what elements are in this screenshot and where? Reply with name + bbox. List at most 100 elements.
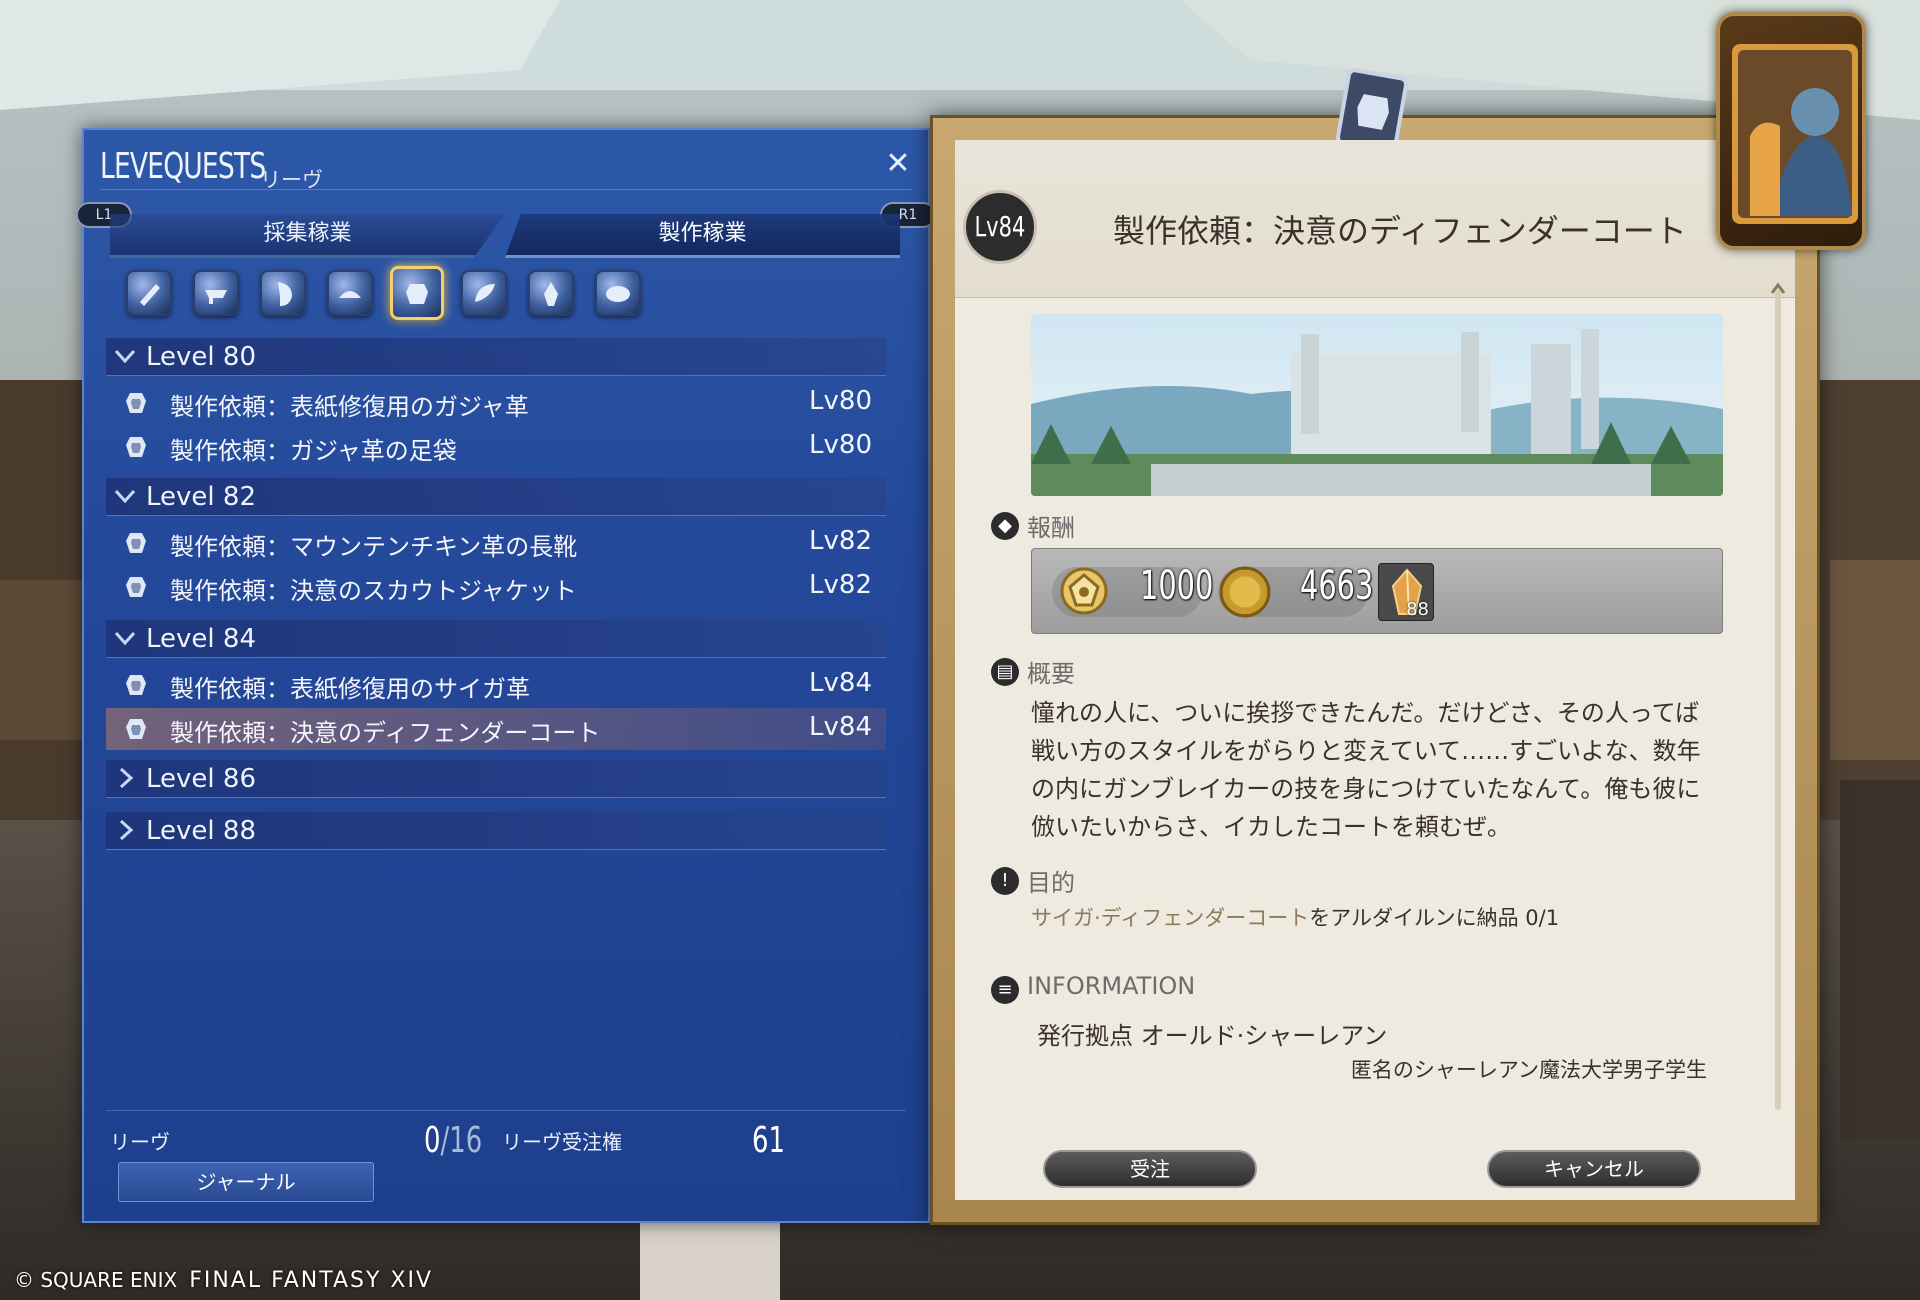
leve-title-bar: LEVEQUESTS リーヴ ✕ — [100, 142, 912, 192]
window-title: LEVEQUESTS — [100, 146, 266, 187]
detail-scrollbar[interactable] — [1775, 290, 1781, 1110]
detail-header: Lv84 製作依頼：決意のディフェンダーコート — [955, 140, 1795, 298]
alchemist-icon[interactable] — [528, 270, 574, 316]
leatherworker-quest-icon — [126, 437, 146, 457]
armorer-icon[interactable] — [260, 270, 306, 316]
carpenter-icon-glyph — [140, 284, 160, 306]
level-group-header[interactable]: Level 84 — [106, 620, 886, 658]
info-heading: INFORMATION — [1027, 972, 1196, 1000]
leve-max: 16 — [449, 1120, 483, 1161]
quest-level: Lv84 — [809, 668, 872, 698]
level-badge-text: Lv84 — [974, 210, 1026, 243]
tab-gathering[interactable]: 採集稼業 — [110, 214, 505, 258]
culinarian-icon[interactable] — [595, 270, 641, 316]
objective-text: サイガ·ディフェンダーコートをアルダイルンに納品 0/1 — [1031, 902, 1559, 932]
gil-reward: 4663 — [1300, 563, 1374, 609]
reward-section-icon: ◆ — [991, 512, 1019, 540]
quest-name: 製作依頼：表紙修復用のガジャ革 — [170, 393, 529, 421]
leve-count: 0/16 — [424, 1120, 482, 1161]
blacksmith-icon-glyph — [205, 290, 227, 304]
carpenter-icon[interactable] — [126, 270, 172, 316]
level-group-label: Level 84 — [146, 624, 256, 654]
goldsmith-icon[interactable] — [327, 270, 373, 316]
quest-name: 製作依頼：決意のディフェンダーコート — [170, 719, 601, 747]
leatherworker-quest-icon — [126, 533, 146, 553]
quest-detail-window: Lv84 製作依頼：決意のディフェンダーコート ◆ 報酬 1000 4663 8… — [930, 68, 1820, 1225]
category-tabs: 採集稼業 製作稼業 — [110, 214, 900, 258]
chevron-down-icon — [114, 631, 136, 646]
quest-banner-image — [1031, 314, 1723, 496]
objective-heading: 目的 — [1027, 869, 1075, 897]
quest-summary: 憧れの人に、ついに挨拶できたんだ。だけどさ、その人ってば 戦い方のスタイルをがら… — [1031, 694, 1731, 846]
objective-item: サイガ·ディフェンダーコート — [1031, 906, 1310, 930]
leatherworker-quest-icon — [126, 675, 146, 695]
chevron-down-icon — [114, 489, 136, 504]
quest-row[interactable]: 製作依頼：決意のディフェンダーコート Lv84 — [106, 708, 886, 750]
summary-line: 戦い方のスタイルをがらりと変えていて……すごいよな、数年 — [1031, 737, 1701, 765]
quest-name: 製作依頼：表紙修復用のサイガ革 — [170, 675, 530, 703]
level-group-header[interactable]: Level 80 — [106, 338, 886, 376]
leatherworker-icon-glyph — [406, 284, 428, 304]
quest-level: Lv82 — [809, 526, 872, 556]
reward-bar: 1000 4663 88 — [1031, 548, 1723, 634]
level-group-label: Level 86 — [146, 764, 256, 794]
allowance-label: リーヴ受注権 — [502, 1130, 622, 1154]
level-group-label: Level 80 — [146, 342, 256, 372]
level-group-label: Level 82 — [146, 482, 256, 512]
summary-line: 憧れの人に、ついに挨拶できたんだ。だけどさ、その人ってば — [1031, 699, 1700, 727]
culinarian-icon-glyph — [606, 286, 630, 302]
level-group-header[interactable]: Level 88 — [106, 812, 886, 850]
window-subtitle: リーヴ — [260, 168, 323, 192]
chevron-right-icon — [119, 767, 134, 789]
copyright-company: © SQUARE ENIX — [14, 1268, 178, 1292]
cancel-button[interactable]: キャンセル — [1487, 1150, 1701, 1188]
allowance-value: 61 — [752, 1120, 785, 1161]
leatherworker-quest-icon — [126, 393, 146, 413]
level-group-header[interactable]: Level 86 — [106, 760, 886, 798]
objective-section-icon: ! — [991, 867, 1019, 895]
reward-heading: 報酬 — [1027, 514, 1075, 542]
leatherworker-quest-icon — [126, 719, 146, 739]
quest-level: Lv80 — [809, 430, 872, 460]
seal-reward: 1000 — [1140, 563, 1214, 609]
quest-name: 製作依頼：マウンテンチキン革の長靴 — [170, 533, 578, 561]
weaver-icon[interactable] — [461, 270, 507, 316]
detail-parchment: Lv84 製作依頼：決意のディフェンダーコート ◆ 報酬 1000 4663 8… — [955, 140, 1795, 1200]
summary-line: の内にガンブレイカーの技を身につけていたなんて。俺も彼に — [1031, 775, 1701, 803]
npc-portrait-card — [1716, 12, 1866, 250]
leatherworker-quest-icon — [126, 577, 146, 597]
level-group-header[interactable]: Level 82 — [106, 478, 886, 516]
quest-name: 製作依頼：ガジャ革の足袋 — [170, 437, 457, 465]
armorer-icon-glyph — [278, 282, 292, 306]
leatherworker-icon[interactable] — [390, 266, 444, 320]
crystal-reward-slot[interactable]: 88 — [1378, 563, 1434, 621]
quest-level: Lv82 — [809, 570, 872, 600]
quest-row[interactable]: 製作依頼：表紙修復用のサイガ革 Lv84 — [106, 664, 886, 706]
quest-row[interactable]: 製作依頼：表紙修復用のガジャ革 Lv80 — [106, 382, 886, 424]
blacksmith-icon[interactable] — [193, 270, 239, 316]
tab-crafting[interactable]: 製作稼業 — [505, 214, 900, 258]
level-group-label: Level 88 — [146, 816, 256, 846]
levequest-window: LEVEQUESTS リーヴ ✕ L1 R1 採集稼業 製作稼業 Level 8… — [76, 128, 936, 1223]
quest-level: Lv80 — [809, 386, 872, 416]
close-button[interactable]: ✕ — [880, 146, 916, 182]
leve-separator: / — [440, 1120, 450, 1161]
footer-divider — [106, 1110, 906, 1111]
copyright-notice: © SQUARE ENIX FINAL FANTASY XIV — [14, 1268, 433, 1293]
info-section-icon: ≡ — [991, 976, 1019, 1004]
quest-row[interactable]: 製作依頼：決意のスカウトジャケット Lv82 — [106, 566, 886, 608]
quest-row[interactable]: 製作依頼：マウンテンチキン革の長靴 Lv82 — [106, 522, 886, 564]
summary-heading: 概要 — [1027, 660, 1075, 688]
crystal-quantity: 88 — [1406, 599, 1429, 620]
quest-row[interactable]: 製作依頼：ガジャ革の足袋 Lv80 — [106, 426, 886, 468]
level-badge: Lv84 — [963, 190, 1037, 264]
leve-label: リーヴ — [110, 1130, 170, 1154]
accept-button[interactable]: 受注 — [1043, 1150, 1257, 1188]
objective-rest: をアルダイルンに納品 0/1 — [1309, 906, 1560, 930]
quest-giver: 匿名のシャーレアン魔法大学男子学生 — [1350, 1058, 1707, 1082]
summary-section-icon: ▤ — [991, 658, 1019, 686]
journal-button[interactable]: ジャーナル — [118, 1162, 374, 1202]
chevron-right-icon — [119, 819, 134, 841]
quest-name: 製作依頼：決意のスカウトジャケット — [170, 577, 577, 605]
quest-level: Lv84 — [809, 712, 872, 742]
